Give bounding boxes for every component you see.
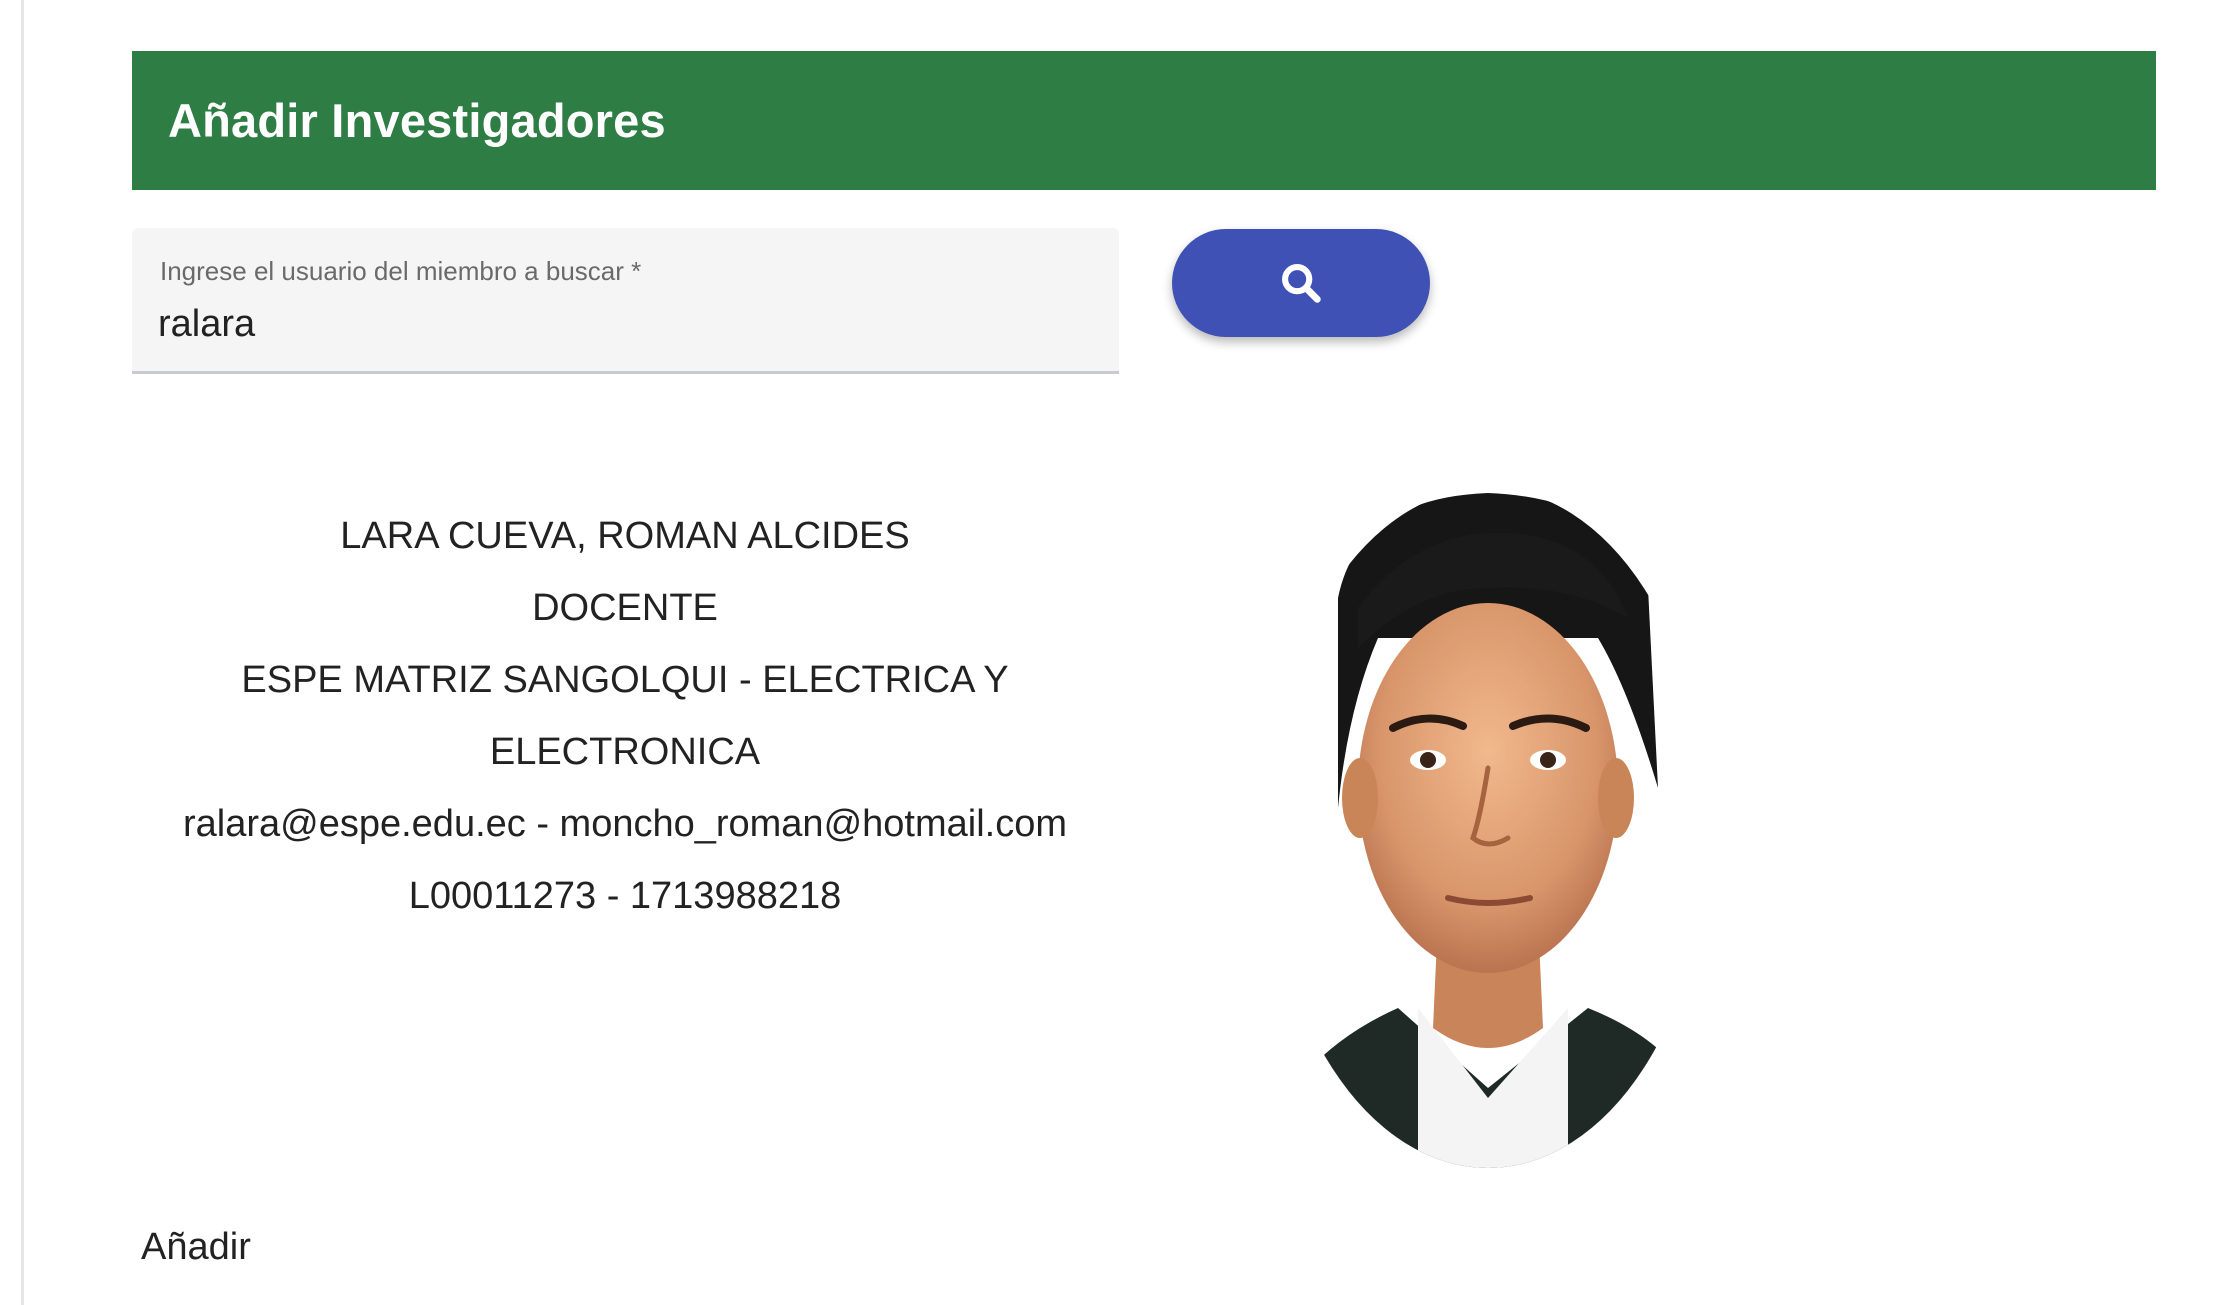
member-photo xyxy=(1268,488,1708,1168)
add-button[interactable]: Añadir xyxy=(141,1226,251,1269)
search-input[interactable] xyxy=(158,296,1078,352)
search-icon xyxy=(1282,264,1321,303)
page: Añadir Investigadores Ingrese el usuario… xyxy=(0,0,2213,1305)
avatar xyxy=(1268,493,1708,1168)
member-department: ESPE MATRIZ SANGOLQUI - ELECTRICA Y xyxy=(241,659,1009,701)
member-name: LARA CUEVA, ROMAN ALCIDES xyxy=(340,515,910,557)
page-header: Añadir Investigadores xyxy=(132,51,2156,190)
left-divider xyxy=(21,0,24,1305)
member-ids: L00011273 - 1713988218 xyxy=(408,875,842,917)
page-title: Añadir Investigadores xyxy=(168,94,666,147)
member-emails: ralara@espe.edu.ec - moncho_roman@hotmai… xyxy=(182,803,1067,845)
search-label: Ingrese el usuario del miembro a buscar … xyxy=(160,256,642,286)
member-role: DOCENTE xyxy=(532,587,718,629)
search-button[interactable] xyxy=(1172,229,1430,337)
search-field[interactable]: Ingrese el usuario del miembro a buscar … xyxy=(132,228,1119,374)
member-department-continued: ELECTRONICA xyxy=(489,731,761,773)
member-info: LARA CUEVA, ROMAN ALCIDES DOCENTE ESPE M… xyxy=(140,500,1110,932)
